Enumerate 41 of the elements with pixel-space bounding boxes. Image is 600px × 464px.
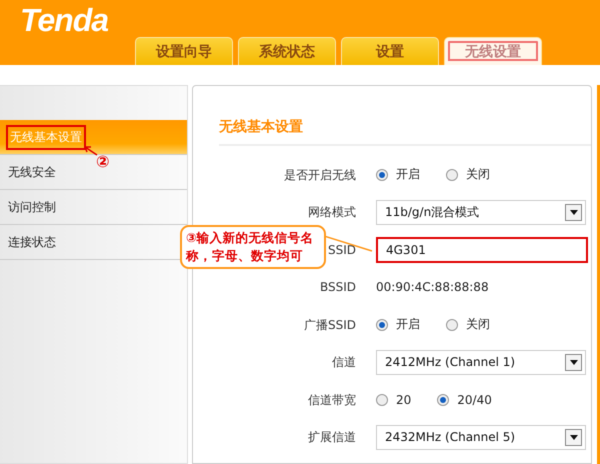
nav-tab[interactable]: 设置 xyxy=(341,37,439,65)
radio-icon[interactable] xyxy=(437,394,450,406)
field-label: 是否开启无线 xyxy=(284,168,356,182)
input-field[interactable]: 4G301 xyxy=(376,236,588,263)
radio-option[interactable]: 20/40 xyxy=(437,392,492,407)
menu-label: 无线基本设置 xyxy=(6,124,86,150)
radio-icon[interactable] xyxy=(446,318,458,331)
menu-label: 访问控制 xyxy=(7,198,57,216)
radio-icon[interactable] xyxy=(376,318,388,331)
radio-icon[interactable] xyxy=(376,394,388,406)
caret-icon xyxy=(565,354,582,371)
radio-icon[interactable] xyxy=(446,168,458,181)
field-label: BSSID xyxy=(320,280,356,294)
radio-option[interactable]: 开启 xyxy=(376,166,420,184)
radio-option[interactable]: 关闭 xyxy=(446,316,490,334)
dropdown[interactable]: 2412MHz (Channel 1) xyxy=(376,350,586,375)
dropdown[interactable]: 11b/g/n混合模式 xyxy=(376,200,586,225)
value-text: 00:90:4C:88:88:88 xyxy=(376,280,489,294)
caret-icon xyxy=(565,428,582,446)
radio-option[interactable]: 关闭 xyxy=(446,166,490,184)
field-label: 信道带宽 xyxy=(308,392,356,407)
radio-option[interactable]: 20 xyxy=(376,392,412,407)
field-label: SSID xyxy=(328,242,356,257)
field-label: 信道 xyxy=(332,355,356,370)
field-label: 网络模式 xyxy=(308,205,356,220)
panel-title: 无线基本设置 xyxy=(219,118,591,146)
menu-label: 无线安全 xyxy=(7,164,57,180)
field-label: 广播SSID xyxy=(304,318,356,332)
nav-tab[interactable]: 系统状态 xyxy=(238,37,336,65)
annotation-tooltip: ③输入新的无线信号名称，字母、数字均可 xyxy=(180,225,326,269)
logo: Tenda xyxy=(20,2,108,39)
field-label: 扩展信道 xyxy=(308,430,356,444)
nav-tab[interactable]: 设置向导 xyxy=(135,37,233,65)
annotation-arrow xyxy=(82,144,98,156)
menu-label: 连接状态 xyxy=(7,234,57,250)
step-marker: ② xyxy=(96,152,110,171)
radio-icon[interactable] xyxy=(376,168,388,181)
sidebar-item[interactable]: 访问控制 xyxy=(0,190,187,225)
caret-icon xyxy=(565,204,582,221)
radio-option[interactable]: 开启 xyxy=(376,316,420,334)
dropdown[interactable]: 2432MHz (Channel 5) xyxy=(376,424,586,450)
